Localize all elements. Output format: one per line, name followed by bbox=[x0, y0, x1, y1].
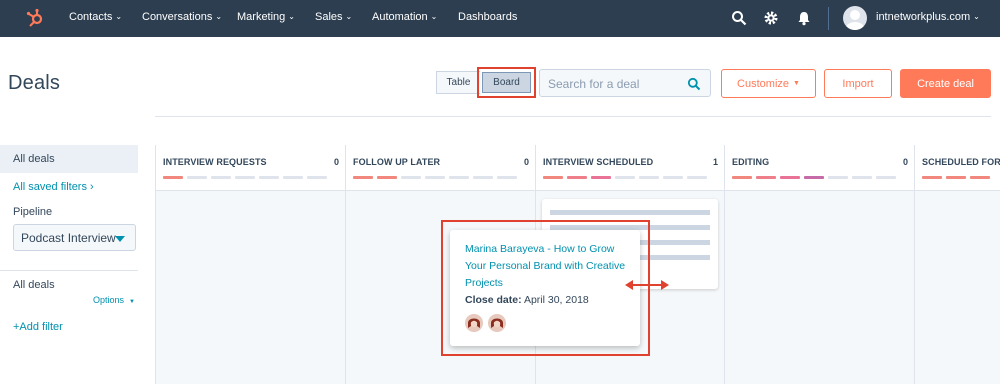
customize-button[interactable]: Customize ▼ bbox=[721, 69, 816, 98]
create-deal-button[interactable]: Create deal bbox=[900, 69, 991, 98]
stage-header: FOLLOW UP LATER 0 bbox=[346, 145, 535, 191]
stage-count: 0 bbox=[523, 157, 529, 167]
chevron-down-icon: ⌄ bbox=[288, 12, 295, 21]
pipeline-label: Pipeline bbox=[13, 206, 53, 218]
placeholder-line bbox=[550, 210, 710, 215]
nav-marketing[interactable]: Marketing ⌄ bbox=[237, 11, 295, 23]
gear-icon[interactable] bbox=[763, 10, 779, 26]
chevron-right-icon: › bbox=[86, 181, 94, 193]
annotation-highlight-card bbox=[441, 220, 650, 356]
chevron-down-icon: ⌄ bbox=[973, 12, 980, 21]
table-view-toggle[interactable]: Table bbox=[436, 71, 480, 94]
stage-column: SCHEDULED FOR A bbox=[915, 145, 1000, 384]
all-saved-filters-link[interactable]: All saved filters › bbox=[13, 181, 94, 193]
double-arrow-icon bbox=[625, 280, 669, 290]
chevron-down-icon: ⌄ bbox=[430, 12, 438, 21]
stage-header: SCHEDULED FOR A bbox=[915, 145, 1000, 191]
stage-column: INTERVIEW REQUESTS 0 bbox=[156, 145, 346, 384]
nav-sales[interactable]: Sales ⌄ bbox=[315, 11, 352, 23]
nav-divider bbox=[828, 7, 829, 30]
stage-count: 1 bbox=[712, 157, 718, 167]
stage-count: 0 bbox=[333, 157, 339, 167]
nav-contacts[interactable]: Contacts ⌄ bbox=[69, 11, 122, 23]
search-placeholder: Search for a deal bbox=[548, 77, 640, 91]
options-menu[interactable]: Options ▼ bbox=[93, 295, 135, 305]
annotation-highlight-board bbox=[477, 67, 536, 98]
user-icon bbox=[846, 10, 864, 30]
pipeline-select[interactable]: Podcast Interview bbox=[13, 224, 136, 251]
stage-header: EDITING 0 bbox=[725, 145, 914, 191]
stage-header: INTERVIEW SCHEDULED 1 bbox=[536, 145, 724, 191]
stage-count: 0 bbox=[902, 157, 908, 167]
page-title: Deals bbox=[8, 72, 61, 94]
stage-column: EDITING 0 bbox=[725, 145, 915, 384]
search-icon[interactable] bbox=[731, 10, 747, 26]
all-deals-view[interactable]: All deals bbox=[0, 145, 138, 173]
pipeline-value: Podcast Interview bbox=[21, 231, 116, 245]
import-button[interactable]: Import bbox=[824, 69, 892, 98]
stage-title: INTERVIEW REQUESTS bbox=[163, 157, 267, 167]
all-deals-label: All deals bbox=[13, 153, 55, 165]
bell-icon[interactable] bbox=[796, 10, 812, 26]
chevron-down-icon: ⌄ bbox=[215, 12, 223, 21]
sidebar-divider bbox=[0, 270, 138, 271]
avatar[interactable] bbox=[843, 6, 867, 30]
caret-down-icon: ▼ bbox=[129, 299, 135, 305]
caret-down-icon bbox=[115, 236, 125, 242]
stage-header: INTERVIEW REQUESTS 0 bbox=[156, 145, 345, 191]
stage-title: FOLLOW UP LATER bbox=[353, 157, 441, 167]
filters-sidebar: All deals All saved filters › Pipeline P… bbox=[0, 145, 138, 384]
top-nav: Contacts ⌄ Conversations ⌄ Marketing ⌄ Sale… bbox=[0, 0, 1000, 37]
header-divider bbox=[155, 116, 991, 117]
add-filter-link[interactable]: +Add filter bbox=[13, 321, 63, 333]
chevron-down-icon: ⌄ bbox=[345, 12, 353, 21]
hubspot-logo[interactable] bbox=[25, 8, 45, 28]
search-icon[interactable] bbox=[687, 77, 701, 91]
nav-automation[interactable]: Automation ⌄ bbox=[372, 11, 437, 23]
caret-down-icon: ▼ bbox=[793, 80, 800, 87]
filter-section-title: All deals bbox=[13, 279, 55, 291]
nav-dashboards[interactable]: Dashboards bbox=[458, 11, 517, 23]
stage-title: INTERVIEW SCHEDULED bbox=[543, 157, 654, 167]
account-menu[interactable]: intnetworkplus.com ⌄ bbox=[876, 11, 980, 23]
customize-label: Customize bbox=[737, 77, 790, 90]
stage-title: EDITING bbox=[732, 157, 770, 167]
deal-search-input[interactable]: Search for a deal bbox=[539, 69, 711, 97]
stage-title: SCHEDULED FOR A bbox=[922, 157, 1000, 167]
chevron-down-icon: ⌄ bbox=[115, 12, 123, 21]
nav-conversations[interactable]: Conversations ⌄ bbox=[142, 11, 222, 23]
